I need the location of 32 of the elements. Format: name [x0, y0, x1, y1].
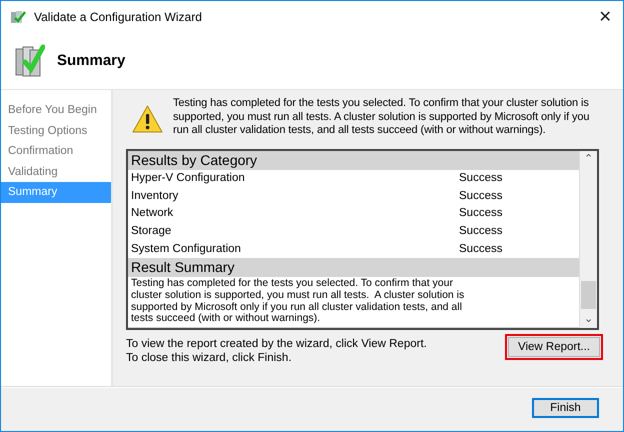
category-name: Inventory [131, 188, 180, 204]
window-title: Validate a Configuration Wizard [34, 10, 203, 24]
category-name: Hyper-V Configuration [131, 171, 246, 186]
category-name: System Configuration [131, 242, 242, 257]
finish-button[interactable]: Finish [532, 398, 599, 418]
category-name: Network [131, 206, 174, 222]
page-title: Summary [57, 52, 126, 69]
summary-text: Testing has completed for the tests you selected. To confirm that your cluster solution is supported, you must run all tests. A cluster solution is supported by Microsoft only if you run all cluster validation tests, and all tests succeed (with or without warnings). [130, 277, 466, 325]
scrollbar-thumb[interactable] [581, 281, 596, 309]
view-report-button[interactable]: View Report... [508, 337, 600, 357]
result-status: Success [459, 242, 502, 257]
wizard-step[interactable]: Confirmation [1, 141, 111, 162]
close-button[interactable]: ✕ [595, 6, 615, 26]
section-header: Results by Category [128, 151, 579, 170]
result-status: Success [459, 188, 502, 204]
app-icon [10, 8, 26, 24]
servers-check-drawing [15, 44, 45, 78]
category-name: Storage [131, 224, 172, 240]
result-status: Success [459, 171, 502, 186]
warning-icon [132, 105, 163, 133]
result-status: Success [459, 224, 502, 240]
scroll-up-button[interactable]: ⌃ [580, 151, 597, 168]
warning-text: Testing has completed for the tests you selected. To confirm that your cluster solution is supported, you must run all tests. A cluster solution is supported by Microsoft only if you run all cluster validation tests, and all tests succeed (with or without warnings). [173, 97, 590, 138]
wizard-step[interactable]: Validating [1, 162, 111, 182]
wizard-step[interactable]: Before You Begin [1, 100, 111, 120]
scroll-down-button[interactable]: ⌄ [580, 311, 597, 328]
instruction-text: To close this wizard, click Finish. [126, 352, 293, 365]
scrollbar[interactable]: ⌃ ⌄ [579, 151, 597, 328]
section-header: Result Summary [128, 258, 579, 278]
result-status: Success [459, 206, 502, 222]
wizard-step[interactable]: Testing Options [1, 120, 111, 141]
instruction-text: To view the report created by the wizard, click View Report. [126, 338, 428, 352]
